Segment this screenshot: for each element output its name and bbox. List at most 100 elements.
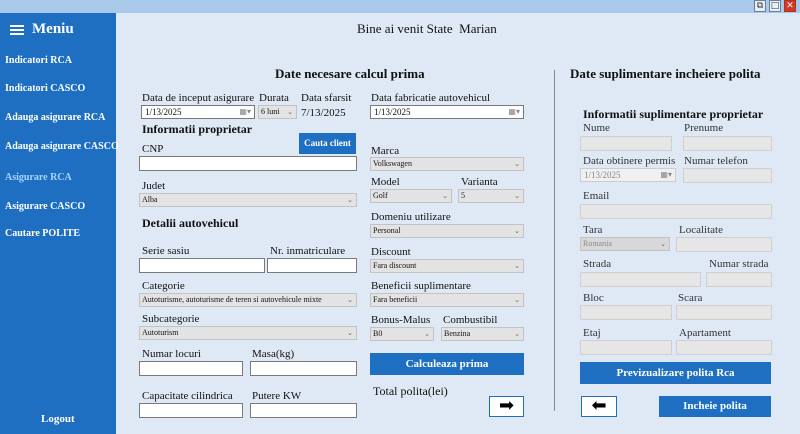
bonus-select[interactable]: B0 ⌄ — [370, 327, 434, 341]
manufacture-date-picker[interactable]: 1/13/2025 ▦▾ — [370, 105, 524, 119]
chevron-down-icon: ⌄ — [347, 329, 353, 337]
back-arrow-button[interactable]: ⬅ — [581, 396, 617, 417]
seats-input[interactable] — [139, 361, 243, 376]
sidebar — [0, 13, 116, 434]
city-input[interactable] — [676, 237, 772, 252]
email-input[interactable] — [580, 204, 772, 219]
section-divider — [554, 70, 555, 411]
chevron-down-icon: ⌄ — [514, 330, 520, 338]
subcategory-select[interactable]: Autoturism ⌄ — [139, 326, 357, 340]
judet-value: Alba — [142, 195, 158, 204]
block-input[interactable] — [580, 305, 672, 320]
duration-select[interactable]: 6 luni ⌄ — [258, 105, 297, 119]
category-select[interactable]: Autoturisme, autoturisme de teren si aut… — [139, 293, 357, 307]
preview-policy-button[interactable]: Previzualizare polita Rca — [580, 362, 771, 384]
phone-label: Numar telefon — [684, 155, 748, 167]
variant-label: Varianta — [461, 176, 498, 188]
mass-label: Masa(kg) — [252, 348, 295, 360]
sidebar-item-indicatori-casco[interactable]: Indicatori CASCO — [5, 83, 85, 94]
benefits-label: Beneficii suplimentare — [371, 280, 471, 292]
sidebar-item-adauga-casco[interactable]: Adauga asigurare CASCO — [5, 141, 119, 152]
duration-label: Durata — [259, 92, 289, 104]
reg-input[interactable] — [267, 258, 357, 273]
license-value: 1/13/2025 — [584, 170, 621, 180]
hamburger-icon[interactable] — [10, 23, 24, 37]
phone-input[interactable] — [683, 168, 772, 183]
logout-button[interactable]: Logout — [41, 413, 75, 425]
manufacture-label: Data fabricatie autovehicul — [371, 92, 491, 104]
next-arrow-button[interactable]: ➡ — [489, 396, 524, 417]
discount-value: Fara discount — [373, 261, 417, 270]
street-label: Strada — [583, 258, 612, 270]
sidebar-item-asigurare-casco[interactable]: Asigurare CASCO — [5, 201, 85, 212]
sidebar-item-adauga-rca[interactable]: Adauga asigurare RCA — [5, 112, 105, 123]
close-icon[interactable]: ✕ — [784, 0, 796, 12]
power-input[interactable] — [250, 403, 357, 418]
chevron-down-icon: ⌄ — [424, 330, 430, 338]
manufacture-value: 1/13/2025 — [374, 107, 411, 117]
capacity-input[interactable] — [139, 403, 243, 418]
calendar-icon[interactable]: ▦▾ — [660, 169, 672, 181]
finish-policy-button[interactable]: Incheie polita — [659, 396, 771, 417]
mass-input[interactable] — [250, 361, 357, 376]
chevron-down-icon: ⌄ — [442, 192, 448, 200]
total-label: Total polita(lei) — [373, 384, 448, 398]
country-select[interactable]: Romania ⌄ — [580, 237, 670, 251]
duration-value: 6 luni — [261, 107, 280, 116]
street-number-input[interactable] — [706, 272, 772, 287]
start-date-value: 1/13/2025 — [145, 107, 182, 117]
menu-header[interactable]: Meniu — [10, 21, 74, 38]
apartment-label: Apartament — [679, 327, 731, 339]
menu-title: Meniu — [32, 21, 74, 37]
restore-icon[interactable]: ⧉ — [754, 0, 766, 12]
sidebar-item-cautare-polite[interactable]: Cautare POLITE — [5, 228, 80, 239]
model-select[interactable]: Golf ⌄ — [370, 189, 452, 203]
category-value: Autoturisme, autoturisme de teren si aut… — [142, 295, 322, 304]
street-input[interactable] — [580, 272, 701, 287]
benefits-select[interactable]: Fara beneficii ⌄ — [370, 293, 524, 307]
surname-input[interactable] — [683, 136, 772, 151]
brand-select[interactable]: Volkswagen ⌄ — [370, 157, 524, 171]
stair-input[interactable] — [676, 305, 772, 320]
sidebar-item-asigurare-rca[interactable]: Asigurare RCA — [5, 172, 72, 183]
category-label: Categorie — [142, 280, 185, 292]
apartment-input[interactable] — [676, 340, 772, 355]
variant-value: 5 — [461, 191, 465, 200]
fuel-select[interactable]: Benzina ⌄ — [441, 327, 524, 341]
bonus-label: Bonus-Malus — [371, 314, 431, 326]
usage-select[interactable]: Personal ⌄ — [370, 224, 524, 238]
model-value: Golf — [373, 191, 388, 200]
end-date-label: Data sfarsit — [301, 92, 352, 104]
name-input[interactable] — [580, 136, 672, 151]
surname-label: Prenume — [684, 122, 724, 134]
street-number-label: Numar strada — [709, 258, 769, 270]
judet-select[interactable]: Alba ⌄ — [139, 193, 357, 207]
calculate-button[interactable]: Calculeaza prima — [370, 353, 524, 375]
power-label: Putere KW — [252, 390, 302, 402]
vin-input[interactable] — [139, 258, 265, 273]
chevron-down-icon: ⌄ — [514, 160, 520, 168]
brand-value: Volkswagen — [373, 159, 412, 168]
fuel-label: Combustibil — [443, 314, 498, 326]
arrow-right-icon: ➡ — [498, 395, 515, 416]
license-date-picker[interactable]: 1/13/2025 ▦▾ — [580, 168, 676, 182]
sidebar-item-indicatori-rca[interactable]: Indicatori RCA — [5, 55, 72, 66]
search-client-button[interactable]: Cauta client — [299, 133, 356, 154]
city-label: Localitate — [679, 224, 723, 236]
subcategory-label: Subcategorie — [142, 313, 200, 325]
name-label: Nume — [583, 122, 610, 134]
chevron-down-icon: ⌄ — [514, 227, 520, 235]
bonus-value: B0 — [373, 329, 383, 338]
maximize-icon[interactable]: □ — [769, 0, 781, 12]
discount-select[interactable]: Fara discount ⌄ — [370, 259, 524, 273]
calendar-icon[interactable]: ▦▾ — [508, 106, 520, 118]
cnp-input[interactable] — [139, 156, 357, 171]
variant-select[interactable]: 5 ⌄ — [458, 189, 524, 203]
calendar-icon[interactable]: ▦▾ — [239, 106, 251, 118]
start-date-picker[interactable]: 1/13/2025 ▦▾ — [141, 105, 255, 119]
floor-label: Etaj — [583, 327, 601, 339]
chevron-down-icon: ⌄ — [347, 196, 353, 204]
start-date-label: Data de inceput asigurare — [142, 92, 255, 104]
floor-input[interactable] — [580, 340, 672, 355]
stair-label: Scara — [678, 292, 703, 304]
